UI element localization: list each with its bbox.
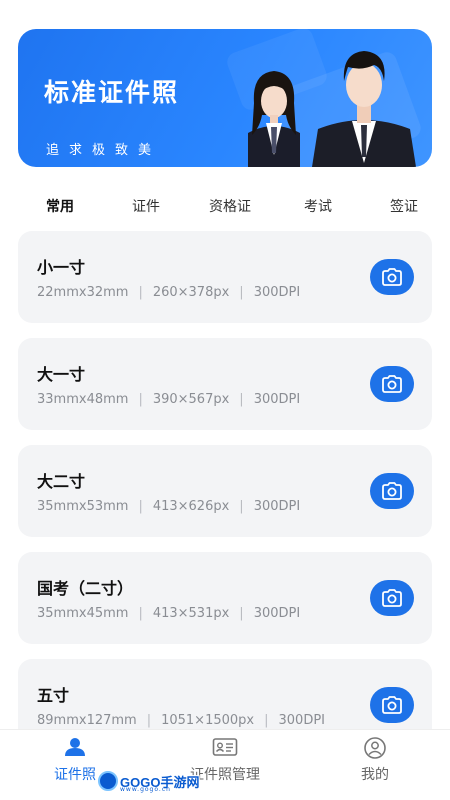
card-title: 国考（二寸） [37, 579, 134, 598]
tab-id[interactable]: 证件 [132, 196, 160, 216]
card-specs: 22mmx32mm | 260×378px | 300DPI [37, 285, 301, 300]
camera-icon [382, 375, 402, 393]
card-dpi: 300DPI [253, 392, 301, 407]
camera-icon [382, 482, 402, 500]
card-pixels: 413×626px [152, 499, 230, 514]
photo-size-card[interactable]: 小一寸 22mmx32mm | 260×378px | 300DPI [18, 231, 432, 323]
banner-subtitle: 追求极致美 [46, 143, 162, 158]
tab-visa[interactable]: 签证 [390, 196, 418, 216]
card-dpi: 300DPI [253, 285, 301, 300]
camera-button[interactable] [370, 366, 414, 402]
card-size: 89mmx127mm [37, 713, 137, 728]
card-size: 35mmx45mm [37, 606, 129, 621]
watermark-logo: GOGO手游网 www.gogo.cn [98, 770, 199, 793]
camera-icon [382, 696, 402, 714]
profile-icon [364, 737, 386, 759]
photo-size-card[interactable]: 大一寸 33mmx48mm | 390×567px | 300DPI [18, 338, 432, 430]
card-title: 大一寸 [37, 365, 86, 384]
card-pixels: 1051×1500px [161, 713, 255, 728]
nav-mine[interactable]: 我的 [300, 730, 450, 800]
camera-icon [382, 589, 402, 607]
card-pixels: 260×378px [152, 285, 230, 300]
person-icon [65, 738, 85, 756]
nav-label: 我的 [361, 767, 389, 783]
watermark-url: www.gogo.cn [120, 786, 171, 793]
tab-qualification[interactable]: 资格证 [209, 196, 251, 216]
portrait-boy-image [312, 51, 416, 167]
bottom-nav: 证件照 证件照管理 我的 [0, 729, 450, 800]
tab-exam[interactable]: 考试 [304, 196, 332, 216]
card-pixels: 413×531px [152, 606, 230, 621]
card-specs: 89mmx127mm | 1051×1500px | 300DPI [37, 713, 325, 728]
card-pixels: 390×567px [152, 392, 230, 407]
card-dpi: 300DPI [278, 713, 326, 728]
card-size: 33mmx48mm [37, 392, 129, 407]
camera-icon [382, 268, 402, 286]
tab-common[interactable]: 常用 [46, 196, 74, 216]
card-size: 22mmx32mm [37, 285, 129, 300]
camera-button[interactable] [370, 580, 414, 616]
watermark-icon [98, 771, 118, 791]
camera-button[interactable] [370, 687, 414, 723]
card-dpi: 300DPI [253, 499, 301, 514]
banner-title: 标准证件照 [44, 78, 180, 107]
card-title: 五寸 [37, 686, 70, 705]
card-specs: 35mmx53mm | 413×626px | 300DPI [37, 499, 301, 514]
card-dpi: 300DPI [253, 606, 301, 621]
card-title: 小一寸 [37, 258, 86, 277]
card-specs: 35mmx45mm | 413×531px | 300DPI [37, 606, 301, 621]
photo-size-card[interactable]: 国考（二寸） 35mmx45mm | 413×531px | 300DPI [18, 552, 432, 644]
card-size: 35mmx53mm [37, 499, 129, 514]
promo-banner[interactable]: 标准证件照 追求极致美 [18, 29, 432, 167]
photo-size-card[interactable]: 大二寸 35mmx53mm | 413×626px | 300DPI [18, 445, 432, 537]
camera-button[interactable] [370, 473, 414, 509]
id-card-icon [212, 738, 238, 756]
card-title: 大二寸 [37, 472, 86, 491]
card-specs: 33mmx48mm | 390×567px | 300DPI [37, 392, 301, 407]
category-tabs: 常用 证件 资格证 考试 签证 [0, 196, 450, 220]
camera-button[interactable] [370, 259, 414, 295]
